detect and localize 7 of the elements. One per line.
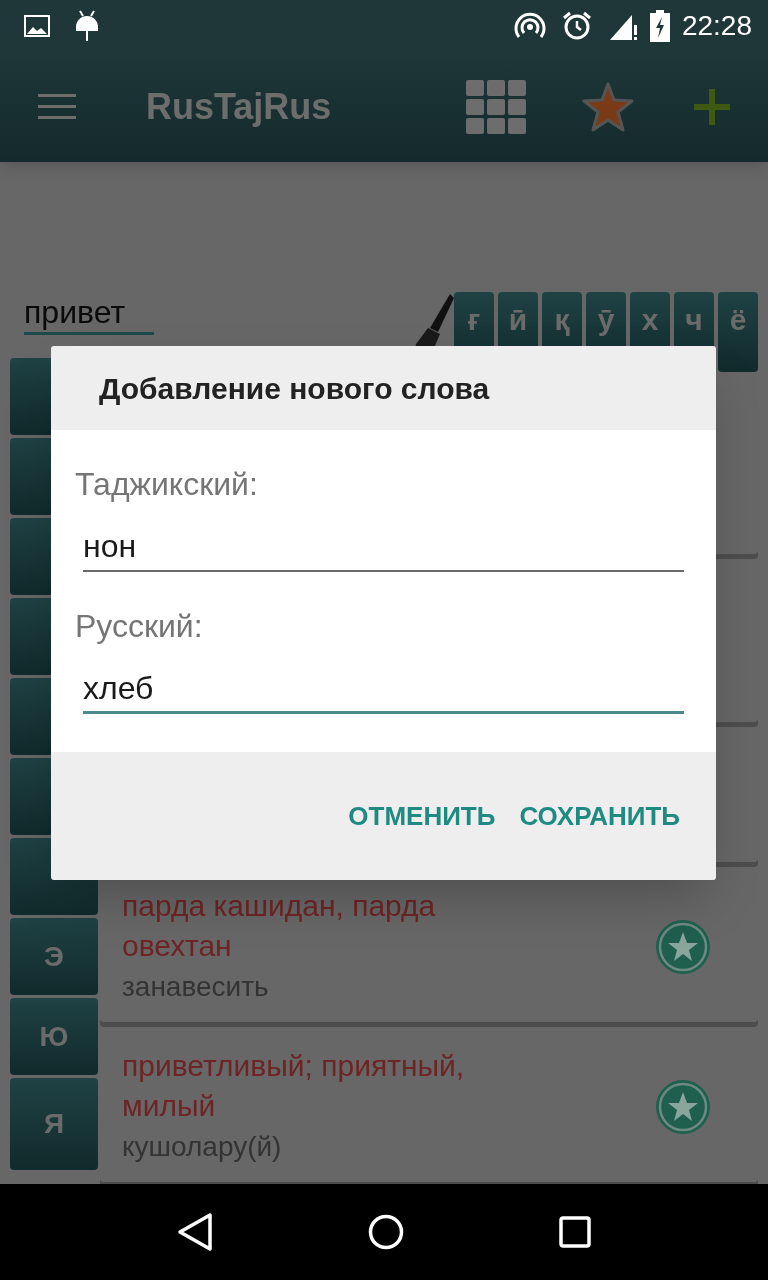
app-title: RusTajRus — [146, 85, 332, 129]
tajik-word: приветливый; приятный, милый — [122, 1048, 466, 1124]
clock-time: 22:28 — [681, 9, 752, 43]
field-label: Русский: — [75, 607, 204, 646]
field-label: Таджикский: — [75, 465, 259, 504]
tajik-word: парда кашидан, парда овехтан — [122, 888, 437, 964]
dialog-title: Добавление нового слова — [99, 370, 490, 407]
